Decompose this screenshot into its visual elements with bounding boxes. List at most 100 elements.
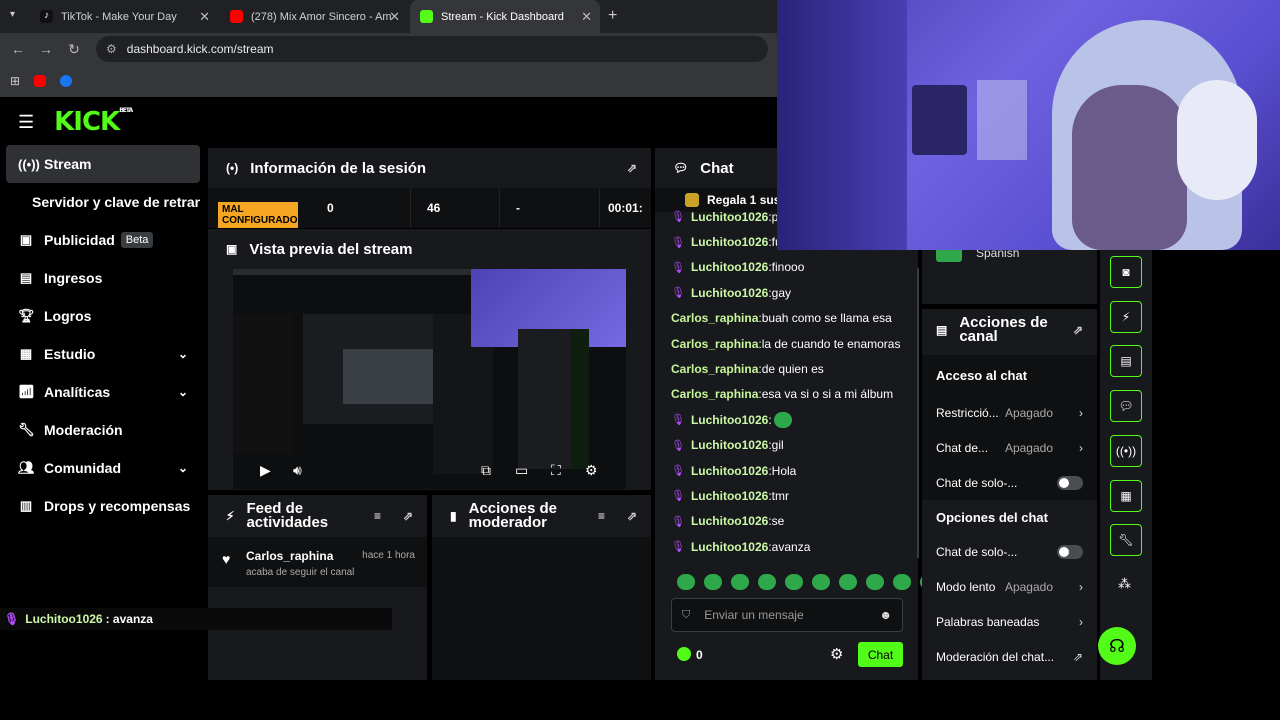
popout-icon[interactable]: ⇗: [403, 509, 413, 523]
chat-bubble-icon[interactable]: 💬︎: [1110, 390, 1142, 422]
toggle-switch[interactable]: [1057, 544, 1083, 559]
filter-icon[interactable]: ≡: [374, 509, 381, 523]
tab-youtube[interactable]: (278) Mix Amor Sincero - Amor ✕: [220, 0, 408, 33]
chat-input-placeholder: Enviar un mensaje: [704, 608, 804, 622]
kick-logo[interactable]: KICKBETA: [54, 107, 133, 137]
chat-setting-row[interactable]: Palabras baneadas ›: [922, 604, 1097, 639]
chat-settings-icon[interactable]: ⚙: [830, 645, 843, 663]
emoji-icon[interactable]: ☻: [879, 608, 892, 622]
sidebar-item-achievements[interactable]: 🏆︎ Logros: [6, 297, 200, 335]
close-tab-icon[interactable]: ✕: [581, 9, 592, 25]
stream-preview-video[interactable]: [233, 269, 626, 489]
chat-setting-row[interactable]: Chat de... Apagado ›: [922, 430, 1097, 465]
emote-icon[interactable]: [893, 574, 911, 590]
fullscreen-icon[interactable]: ⛶: [551, 462, 561, 479]
chat-scrollbar[interactable]: [917, 268, 919, 558]
tab-kick-dashboard[interactable]: Stream - Kick Dashboard ✕: [410, 0, 600, 33]
broadcast-icon[interactable]: ((•)): [1110, 435, 1142, 467]
close-tab-icon[interactable]: ✕: [389, 9, 400, 25]
chat-username[interactable]: Carlos_raphina: [671, 387, 758, 401]
chat-username[interactable]: Luchitoo1026: [691, 235, 768, 249]
emote-icon[interactable]: [758, 574, 776, 590]
chat-username[interactable]: Luchitoo1026: [691, 489, 768, 503]
camera-icon[interactable]: ◙: [1110, 256, 1142, 288]
facebook-bookmark-icon[interactable]: [60, 75, 73, 87]
sidebar-item-analytics[interactable]: 📶︎ Analíticas ⌄: [6, 373, 200, 411]
support-button[interactable]: ☊: [1098, 627, 1136, 665]
back-icon[interactable]: ←: [4, 41, 32, 57]
sidebar-item-community[interactable]: 👥︎ Comunidad ⌄: [6, 449, 200, 487]
new-tab-button[interactable]: +: [608, 7, 617, 25]
chat-username[interactable]: Luchitoo1026: [691, 210, 768, 224]
sidebar-item-studio[interactable]: ▦ Estudio ⌄: [6, 335, 200, 373]
filter-icon[interactable]: ≡: [598, 509, 605, 523]
chat-username[interactable]: Carlos_raphina: [671, 337, 758, 351]
emote-icon[interactable]: [839, 574, 857, 590]
popout-icon[interactable]: ⇗: [1073, 323, 1083, 337]
reload-icon[interactable]: ↻: [60, 41, 88, 58]
emote-icon[interactable]: [866, 574, 884, 590]
sidebar-item-ads[interactable]: ▣ Publicidad Beta: [6, 221, 200, 259]
emote-icon[interactable]: [812, 574, 830, 590]
emote-icon[interactable]: [785, 574, 803, 590]
popout-icon[interactable]: ⇗: [627, 161, 637, 175]
chat-username[interactable]: Luchitoo1026: [691, 464, 768, 478]
chat-setting-row[interactable]: Restricció... Apagado ›: [922, 395, 1097, 430]
chat-setting-row[interactable]: Chat de solo-...: [922, 534, 1097, 569]
document-icon[interactable]: ▤: [1110, 345, 1142, 377]
apps-grid-icon[interactable]: ⊞: [10, 74, 20, 88]
wrench-icon[interactable]: 🔧︎: [1110, 524, 1142, 556]
browser-tab-bar: ▾ ♪ TikTok - Make Your Day ✕ (278) Mix A…: [0, 0, 777, 33]
close-tab-icon[interactable]: ✕: [199, 9, 210, 25]
layout-icon[interactable]: ▦: [1110, 480, 1142, 512]
feed-user[interactable]: Carlos_raphina: [246, 549, 333, 563]
stat-followers: 46: [411, 188, 500, 228]
activity-feed-panel: ⚡︎ Feed de actividades ≡ ⇗ ♥ Carlos_raphina…: [208, 495, 427, 680]
beta-badge: Beta: [120, 232, 154, 248]
chat-setting-row[interactable]: Modo lento Apagado ›: [922, 569, 1097, 604]
emote-icon[interactable]: [704, 574, 722, 590]
chat-username[interactable]: Luchitoo1026: [691, 286, 768, 300]
tab-list-chevron-icon[interactable]: ▾: [10, 9, 15, 20]
chat-username[interactable]: Carlos_raphina: [671, 362, 758, 376]
feed-title: Feed de actividades: [246, 500, 329, 531]
popout-icon[interactable]: ⇗: [627, 509, 637, 523]
youtube-bookmark-icon[interactable]: [34, 75, 47, 87]
forward-icon[interactable]: →: [32, 41, 60, 57]
address-bar[interactable]: ⚙ dashboard.kick.com/stream: [96, 36, 768, 62]
toggle-switch[interactable]: [1057, 475, 1083, 490]
theater-icon[interactable]: ▭: [515, 462, 528, 479]
bolt-icon[interactable]: ⚡︎: [1110, 301, 1142, 333]
sidebar-item-stream[interactable]: ((•)) Stream: [6, 145, 200, 183]
site-info-icon[interactable]: ⚙: [106, 42, 117, 56]
chat-setting-row[interactable]: Chat de solo-...: [922, 465, 1097, 500]
volume-icon[interactable]: 🔊︎: [293, 462, 302, 479]
sidebar-item-income[interactable]: ▤ Ingresos: [6, 259, 200, 297]
sidebar-item-moderation[interactable]: 🔧︎ Moderación: [6, 411, 200, 449]
tab-tiktok[interactable]: ♪ TikTok - Make Your Day ✕: [30, 0, 218, 33]
chat-username[interactable]: Luchitoo1026: [691, 540, 768, 554]
chat-setting-row[interactable]: Moderación del chat... ⇗: [922, 639, 1097, 674]
pip-icon[interactable]: ⧉: [481, 462, 491, 479]
menu-icon[interactable]: ☰: [18, 112, 34, 133]
chat-username[interactable]: Luchitoo1026: [691, 260, 768, 274]
drops-icon[interactable]: ⁂: [1118, 576, 1131, 592]
chat-overlay-message: 🎙︎ Luchitoo1026 : avanza: [0, 608, 392, 630]
emote-icon[interactable]: [731, 574, 749, 590]
chat-username[interactable]: Luchitoo1026: [691, 438, 768, 452]
drops-icon: ▥: [19, 498, 33, 513]
chat-text: Hola: [771, 463, 797, 478]
play-icon[interactable]: ▶: [260, 462, 271, 479]
mic-icon: 🎙︎: [671, 287, 685, 300]
chat-username[interactable]: Luchitoo1026: [691, 514, 768, 528]
sidebar-item-drops[interactable]: ▥ Drops y recompensas: [6, 487, 200, 525]
chat-username[interactable]: Luchitoo1026: [691, 413, 768, 427]
send-chat-button[interactable]: Chat: [858, 642, 903, 667]
mic-icon: 🎙︎: [4, 612, 20, 626]
settings-icon[interactable]: ⚙: [585, 462, 598, 479]
sidebar-item-server-key[interactable]: Servidor y clave de retransmisión: [6, 183, 200, 221]
emote-icon[interactable]: [677, 574, 695, 590]
chat-username[interactable]: Carlos_raphina: [671, 311, 758, 325]
chevron-down-icon: ⌄: [177, 385, 188, 399]
chat-input[interactable]: ⛉ Enviar un mensaje ☻: [671, 598, 903, 632]
